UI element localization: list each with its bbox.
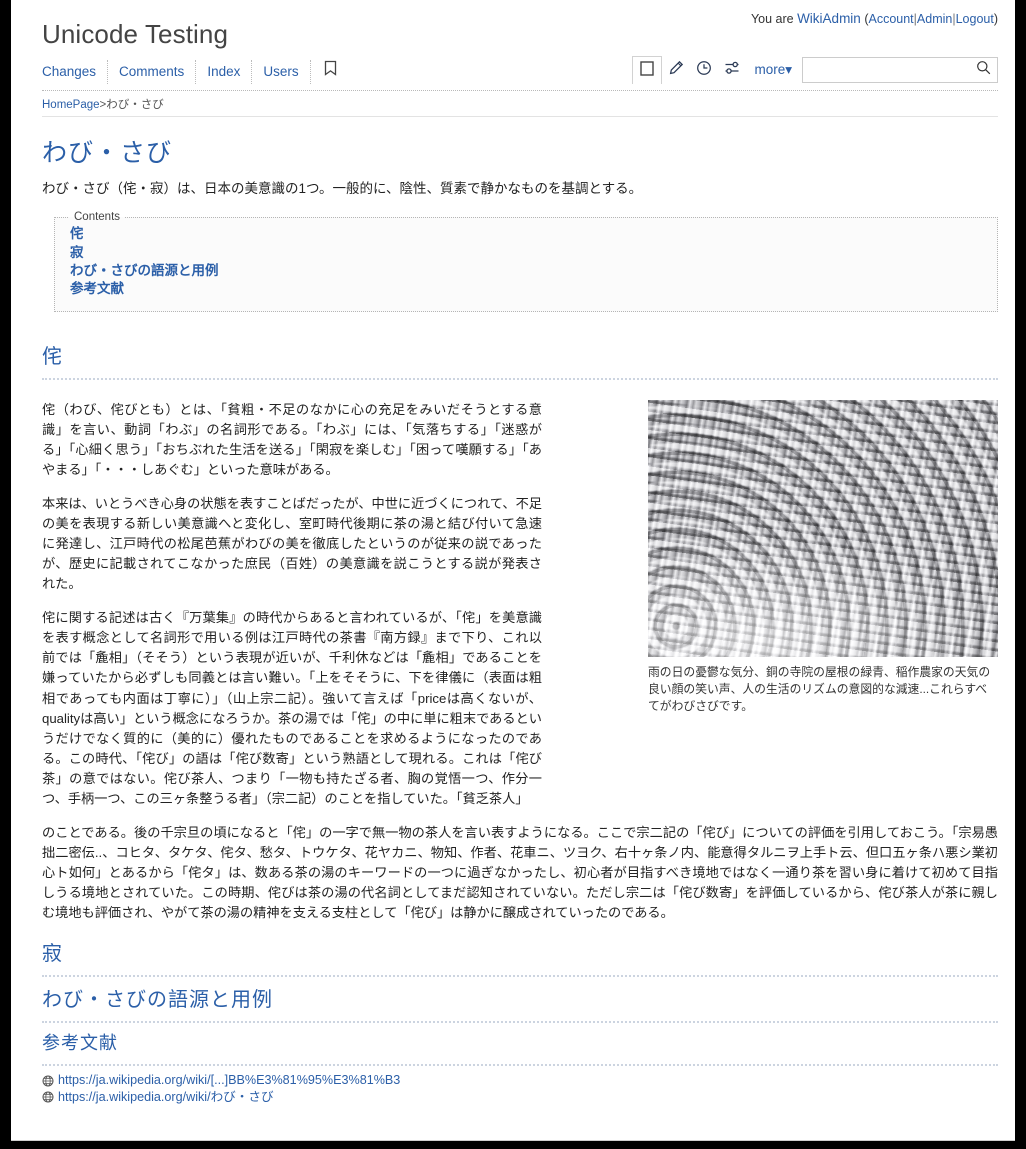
- logout-link[interactable]: Logout: [956, 12, 994, 26]
- bookmark-button[interactable]: [322, 60, 347, 84]
- breadcrumb-home[interactable]: HomePage: [42, 99, 100, 111]
- page-header: You are WikiAdmin (Account|Admin|Logout)…: [11, 0, 1015, 117]
- weathered-wood-photo: [648, 399, 998, 657]
- section-heading-wabi: 侘: [42, 340, 998, 380]
- toc-legend: Contents: [74, 211, 121, 224]
- list-item: https://ja.wikipedia.org/wiki/[...]BB%E3…: [42, 1072, 998, 1089]
- page-intro: わび・さび（侘・寂）は、日本の美意識の1つ。一般的に、陰性、質素で静かなものを基…: [42, 181, 643, 196]
- current-user-link[interactable]: WikiAdmin: [797, 11, 861, 26]
- more-label: more: [754, 62, 786, 77]
- paragraph-4: のことである。後の千宗旦の頃になると「侘」の一字で無一物の茶人を言い表すようにな…: [42, 824, 998, 921]
- more-menu-button[interactable]: more▾: [754, 62, 792, 78]
- sliders-icon: [724, 60, 741, 81]
- paragraph-1: 侘（わび、侘びとも）とは、「貧粗・不足のなかに心の充足をみいだそうとする意識」を…: [42, 401, 542, 477]
- nav-index[interactable]: Index: [207, 60, 253, 84]
- breadcrumb-current: わび・さび: [106, 99, 164, 111]
- edit-page-button[interactable]: [662, 57, 690, 83]
- search-icon[interactable]: [976, 60, 991, 80]
- page-view-button[interactable]: [632, 56, 663, 84]
- page-title: わび・さび: [42, 139, 173, 167]
- globe-icon: [42, 1091, 54, 1103]
- wiki-page: You are WikiAdmin (Account|Admin|Logout)…: [11, 0, 1015, 1141]
- section-heading-origin: わび・さびの語源と用例: [42, 983, 998, 1024]
- paragraph-3: 侘に関する記述は古く『万葉集』の時代からあると言われているが、「侘」を美意識を表…: [42, 610, 542, 806]
- toc-item-origin[interactable]: わび・さびの語源と用例: [69, 262, 983, 280]
- nav-changes[interactable]: Changes: [42, 60, 109, 84]
- admin-link[interactable]: Admin: [917, 12, 952, 26]
- reference-link-2[interactable]: https://ja.wikipedia.org/wiki/わび・さび: [58, 1089, 274, 1106]
- toc-item-sabi[interactable]: 寂: [69, 244, 983, 262]
- breadcrumb: HomePage>わび・さび: [42, 91, 998, 117]
- toc-item-references[interactable]: 参考文献: [69, 280, 983, 298]
- account-link[interactable]: Account: [868, 12, 913, 26]
- page-history-button[interactable]: [690, 57, 718, 83]
- search-box[interactable]: [802, 57, 998, 83]
- toc-item-wabi[interactable]: 侘: [69, 225, 983, 243]
- nav-comments[interactable]: Comments: [119, 60, 197, 84]
- paren-close: ): [993, 12, 998, 26]
- page-icon: [640, 60, 655, 81]
- reference-link-1[interactable]: https://ja.wikipedia.org/wiki/[...]BB%E3…: [58, 1072, 400, 1089]
- pencil-icon: [668, 60, 684, 81]
- page-content: わび・さび わび・さび（侘・寂）は、日本の美意識の1つ。一般的に、陰性、質素で静…: [11, 133, 1015, 1140]
- main-nav: Changes Comments Index Users: [42, 60, 347, 84]
- figure: 雨の日の憂鬱な気分、銅の寺院の屋根の緑青、稲作農家の天気の良い顔の笑い声、人の生…: [648, 399, 998, 715]
- page-toolbar: more▾: [632, 56, 998, 84]
- list-item: https://ja.wikipedia.org/wiki/わび・さび: [42, 1089, 998, 1106]
- table-of-contents: Contents 侘 寂 わび・さびの語源と用例 参考文献: [54, 211, 998, 312]
- reference-list: https://ja.wikipedia.org/wiki/[...]BB%E3…: [42, 1072, 998, 1105]
- user-bar: You are WikiAdmin (Account|Admin|Logout): [751, 11, 998, 26]
- search-input[interactable]: [809, 62, 976, 78]
- figure-caption: 雨の日の憂鬱な気分、銅の寺院の屋根の緑青、稲作農家の天気の良い顔の笑い声、人の生…: [648, 664, 991, 713]
- chevron-down-icon: ▾: [785, 62, 792, 77]
- section-heading-sabi: 寂: [42, 937, 998, 978]
- page-settings-button[interactable]: [718, 57, 746, 83]
- user-prefix-label: You are: [750, 12, 794, 26]
- main-nav-row: Changes Comments Index Users more▾: [42, 56, 998, 91]
- section-heading-references: 参考文献: [42, 1029, 998, 1067]
- nav-users[interactable]: Users: [263, 60, 311, 84]
- paragraph-2: 本来は、いとうべき心身の状態を表すことばだったが、中世に近づくにつれて、不足の美…: [42, 495, 542, 592]
- bookmark-icon: [324, 60, 337, 84]
- globe-icon: [42, 1075, 54, 1087]
- clock-icon: [696, 60, 712, 81]
